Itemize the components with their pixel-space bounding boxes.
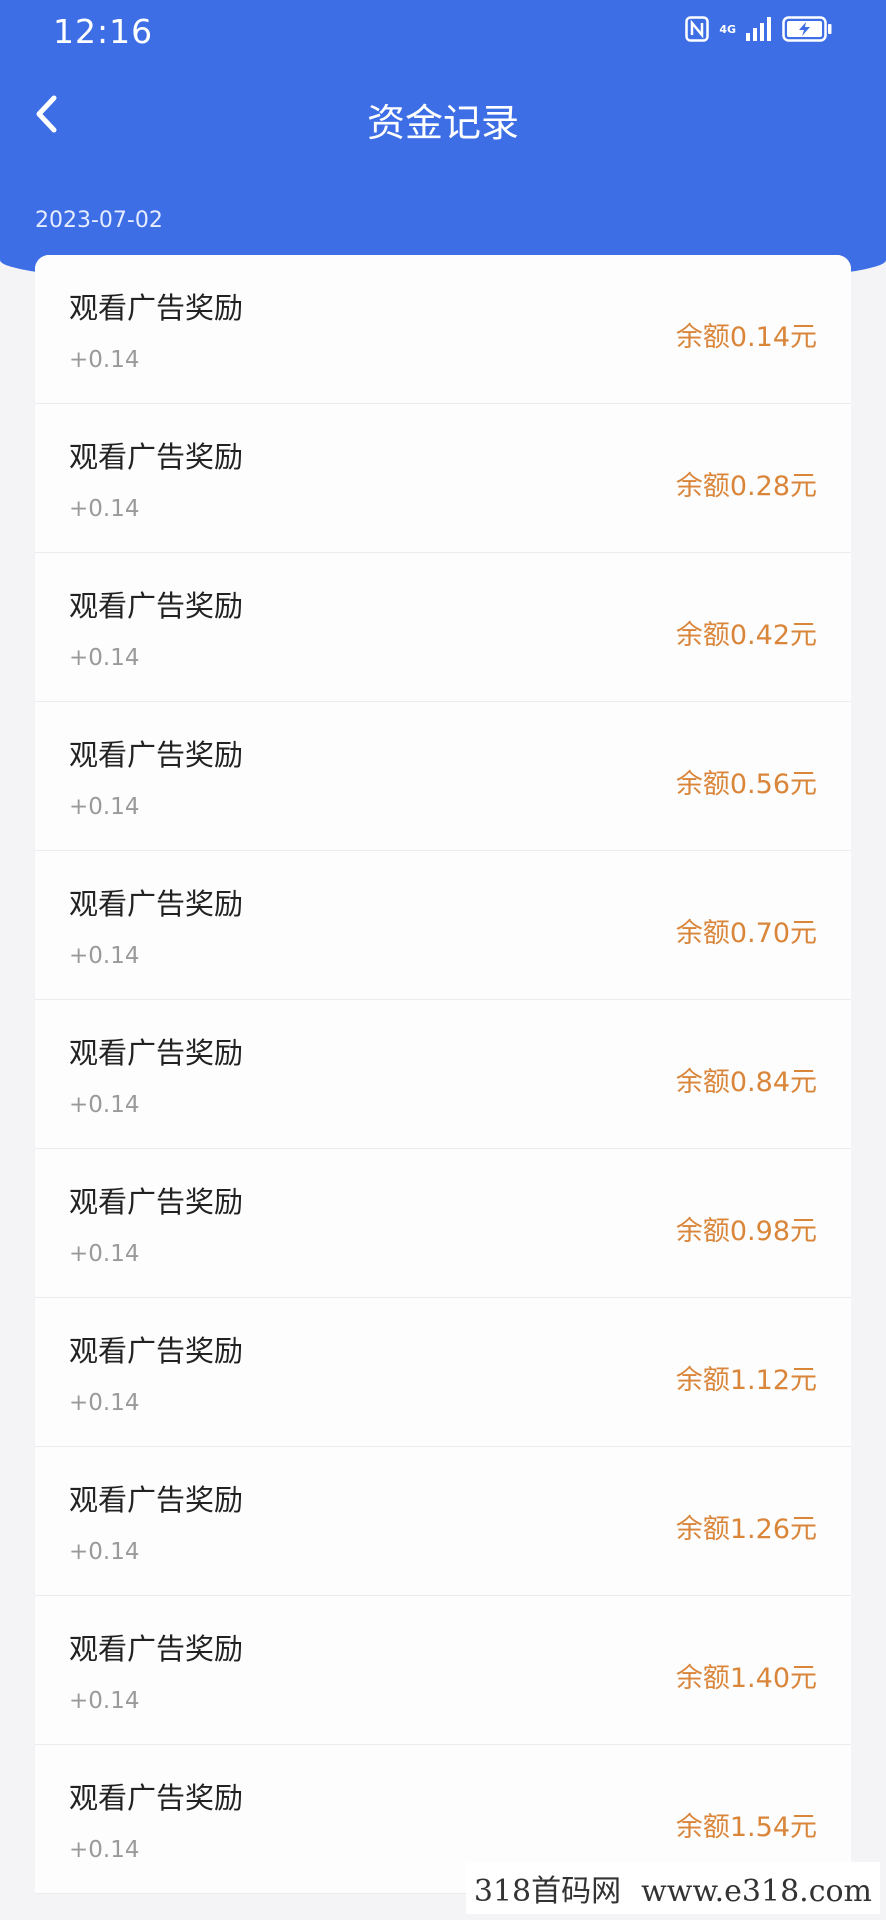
- battery-charging-icon: [782, 16, 832, 42]
- record-title: 观看广告奖励: [69, 1334, 244, 1368]
- record-title: 观看广告奖励: [69, 887, 244, 921]
- date-label: 2023-07-02: [35, 208, 163, 233]
- network-4g-icon: 4G: [719, 24, 736, 35]
- record-amount: +0.14: [69, 794, 140, 820]
- status-icons: 4G: [685, 16, 832, 42]
- list-item[interactable]: 观看广告奖励 +0.14 余额0.42元: [35, 553, 851, 702]
- record-balance: 余额1.26元: [675, 1514, 817, 1545]
- record-title: 观看广告奖励: [69, 1632, 244, 1666]
- record-title: 观看广告奖励: [69, 1483, 244, 1517]
- record-balance: 余额0.42元: [675, 620, 817, 651]
- record-title: 观看广告奖励: [69, 1036, 244, 1070]
- record-title: 观看广告奖励: [69, 589, 244, 623]
- record-title: 观看广告奖励: [69, 1185, 244, 1219]
- list-item[interactable]: 观看广告奖励 +0.14 余额0.70元: [35, 851, 851, 1000]
- list-item[interactable]: 观看广告奖励 +0.14 余额0.28元: [35, 404, 851, 553]
- record-amount: +0.14: [69, 347, 140, 373]
- record-amount: +0.14: [69, 943, 140, 969]
- record-balance: 余额1.40元: [675, 1663, 817, 1694]
- list-item[interactable]: 观看广告奖励 +0.14 余额0.98元: [35, 1149, 851, 1298]
- record-amount: +0.14: [69, 1837, 140, 1863]
- watermark: 318首码网 www.e318.com: [465, 1862, 880, 1914]
- network-label: 4G: [719, 22, 736, 36]
- page-title: 资金记录: [366, 101, 519, 145]
- list-item[interactable]: 观看广告奖励 +0.14 余额1.12元: [35, 1298, 851, 1447]
- record-title: 观看广告奖励: [69, 1781, 244, 1815]
- record-amount: +0.14: [69, 496, 140, 522]
- record-list: 观看广告奖励 +0.14 余额0.14元 观看广告奖励 +0.14 余额0.28…: [35, 255, 851, 1894]
- list-item[interactable]: 观看广告奖励 +0.14 余额0.84元: [35, 1000, 851, 1149]
- record-title: 观看广告奖励: [69, 291, 244, 325]
- signal-icon: [746, 17, 772, 41]
- record-amount: +0.14: [69, 1390, 140, 1416]
- status-bar: 12:16 4G: [0, 0, 886, 62]
- list-item[interactable]: 观看广告奖励 +0.14 余额0.56元: [35, 702, 851, 851]
- record-balance: 余额0.70元: [675, 918, 817, 949]
- nfc-icon: [685, 16, 710, 42]
- list-item[interactable]: 观看广告奖励 +0.14 余额1.26元: [35, 1447, 851, 1596]
- status-time: 12:16: [53, 12, 154, 51]
- record-title: 观看广告奖励: [69, 440, 244, 474]
- record-amount: +0.14: [69, 645, 140, 671]
- list-item[interactable]: 观看广告奖励 +0.14 余额0.14元: [35, 255, 851, 404]
- record-balance: 余额0.84元: [675, 1067, 817, 1098]
- watermark-url: www.e318.com: [641, 1874, 872, 1909]
- record-balance: 余额0.98元: [675, 1216, 817, 1247]
- record-balance: 余额1.54元: [675, 1812, 817, 1843]
- record-amount: +0.14: [69, 1092, 140, 1118]
- record-title: 观看广告奖励: [69, 738, 244, 772]
- record-balance: 余额0.14元: [675, 322, 817, 353]
- list-item[interactable]: 观看广告奖励 +0.14 余额1.40元: [35, 1596, 851, 1745]
- watermark-brand: 318首码网: [473, 1874, 622, 1909]
- record-balance: 余额0.28元: [675, 471, 817, 502]
- record-amount: +0.14: [69, 1241, 140, 1267]
- record-balance: 余额0.56元: [675, 769, 817, 800]
- record-amount: +0.14: [69, 1539, 140, 1565]
- navigation-bar: 资金记录: [0, 80, 886, 152]
- record-amount: +0.14: [69, 1688, 140, 1714]
- record-balance: 余额1.12元: [675, 1365, 817, 1396]
